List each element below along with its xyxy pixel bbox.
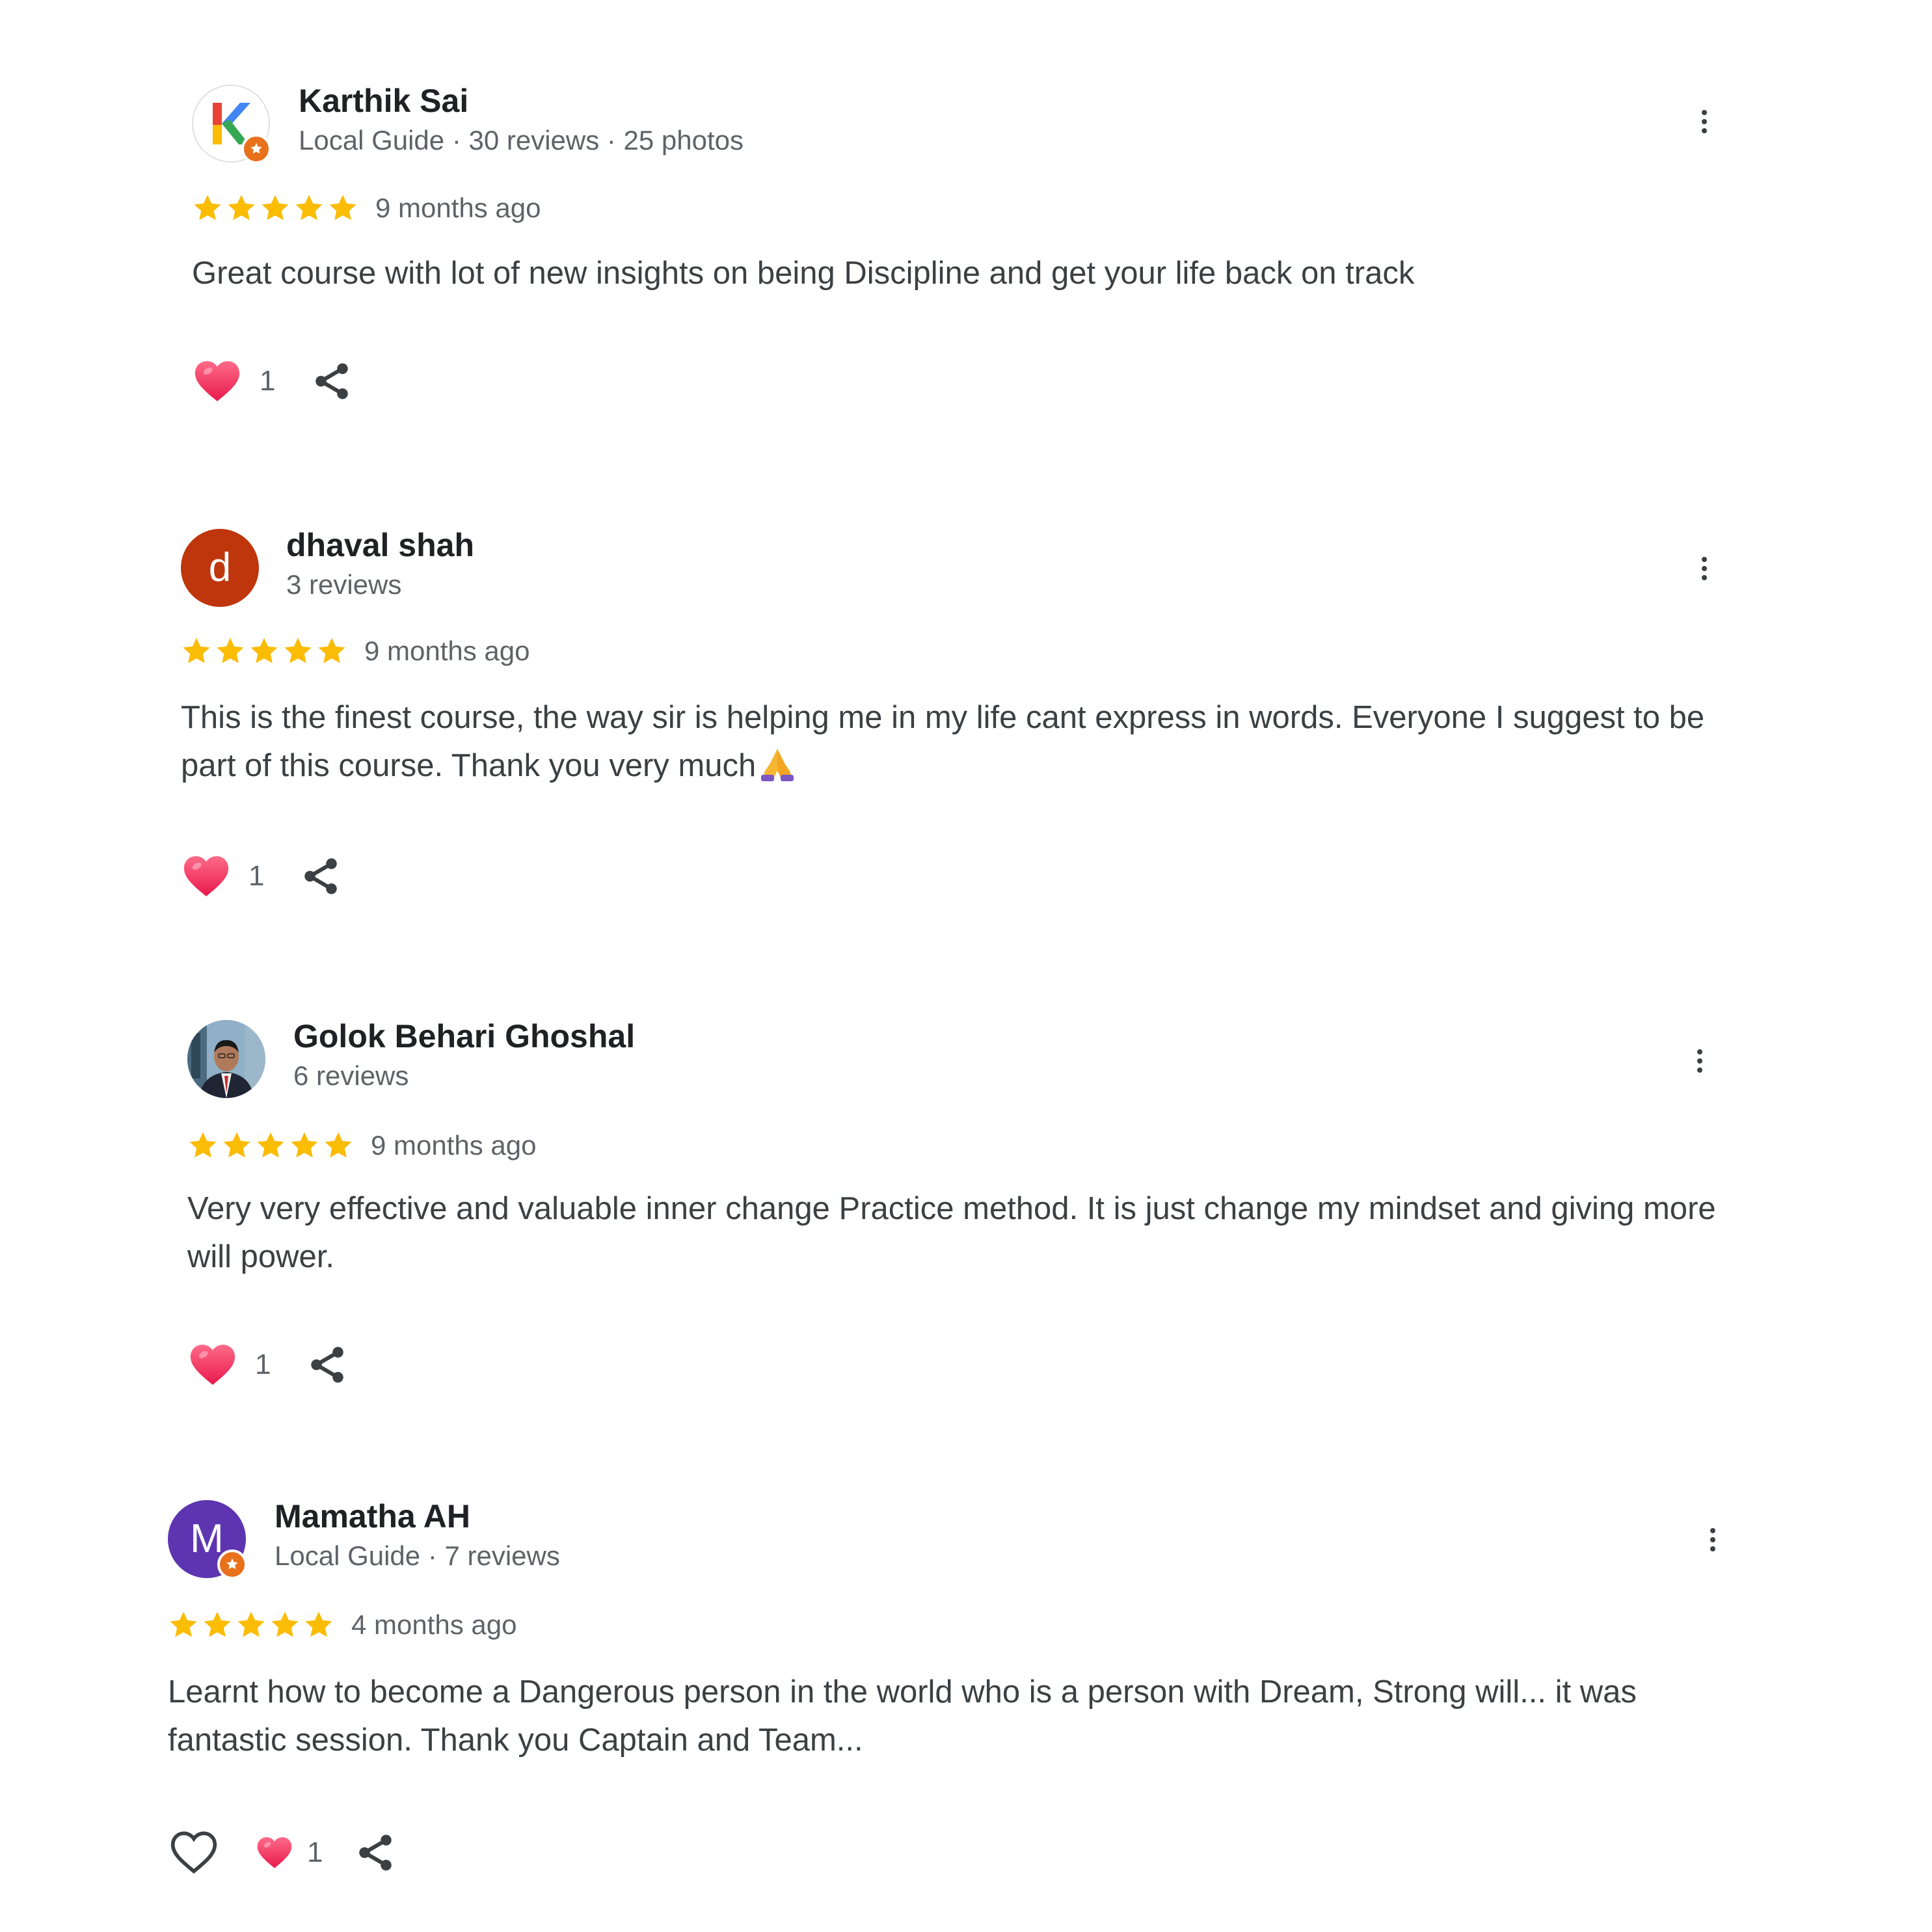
rating-row: 9 months ago xyxy=(187,1126,537,1165)
rating-row: 9 months ago xyxy=(181,632,530,671)
review-actions: 1 xyxy=(168,1827,397,1879)
reviewer-meta[interactable]: 6 reviews xyxy=(293,1060,409,1092)
share-icon xyxy=(354,1831,397,1874)
reaction-button[interactable]: 1 xyxy=(187,1339,271,1390)
review-time: 9 months ago xyxy=(371,1130,537,1161)
share-icon xyxy=(310,360,353,403)
review-actions: 1 xyxy=(192,355,353,407)
heart-icon xyxy=(255,1833,294,1872)
review-time: 9 months ago xyxy=(375,193,541,223)
more-options-button[interactable] xyxy=(1687,1038,1713,1084)
star-icon xyxy=(221,1130,252,1161)
like-button[interactable] xyxy=(168,1827,220,1879)
reaction-button[interactable]: 1 xyxy=(192,356,275,407)
star-rating xyxy=(187,1130,354,1161)
star-icon xyxy=(269,1609,301,1641)
folded-hands-emoji xyxy=(761,749,794,781)
review-time: 4 months ago xyxy=(351,1609,517,1640)
review-card: M Mamatha AH Local Guide · 7 reviews 4 m… xyxy=(168,1497,1794,1581)
star-rating xyxy=(168,1609,334,1641)
avatar-letter: d xyxy=(208,545,232,590)
review-text-body: This is the finest course, the way sir i… xyxy=(181,700,1705,783)
more-options-button[interactable] xyxy=(1700,1517,1726,1563)
star-icon xyxy=(192,193,223,224)
star-icon xyxy=(260,193,291,224)
star-icon xyxy=(316,636,347,667)
avatar[interactable] xyxy=(187,1020,265,1098)
share-icon xyxy=(299,855,342,898)
reviewer-name[interactable]: dhaval shah xyxy=(286,526,474,564)
star-icon xyxy=(235,1609,267,1641)
review-card: Karthik Sai Local Guide · 30 reviews · 2… xyxy=(192,82,1818,165)
avatar-letter: M xyxy=(190,1516,224,1561)
review-actions: 1 xyxy=(181,850,342,902)
reviewer-meta[interactable]: 3 reviews xyxy=(286,569,401,600)
review-card: d dhaval shah 3 reviews 9 months ago Thi… xyxy=(181,526,1807,610)
star-icon xyxy=(255,1130,286,1161)
rating-row: 4 months ago xyxy=(168,1605,517,1644)
star-icon xyxy=(282,636,314,667)
star-icon xyxy=(202,1609,233,1641)
reviewer-name[interactable]: Karthik Sai xyxy=(299,82,468,120)
star-icon xyxy=(327,193,358,224)
star-icon xyxy=(187,1130,219,1161)
star-rating xyxy=(181,636,347,667)
more-options-button[interactable] xyxy=(1691,546,1717,591)
star-icon xyxy=(181,636,212,667)
rating-row: 9 months ago xyxy=(192,189,541,228)
star-icon xyxy=(248,636,280,667)
reaction-button[interactable]: 1 xyxy=(181,851,264,902)
reviewer-meta[interactable]: Local Guide · 7 reviews xyxy=(275,1540,560,1572)
star-rating xyxy=(192,193,358,224)
share-button[interactable] xyxy=(299,855,342,898)
share-button[interactable] xyxy=(310,360,353,403)
heart-icon xyxy=(187,1339,238,1390)
heart-icon xyxy=(192,356,243,407)
review-text: Very very effective and valuable inner c… xyxy=(187,1191,1716,1274)
review-text: This is the finest course, the way sir i… xyxy=(181,693,1716,790)
reviewer-name[interactable]: Golok Behari Ghoshal xyxy=(293,1017,635,1055)
star-icon xyxy=(215,636,246,667)
review-text: Learnt how to become a Dangerous person … xyxy=(168,1674,1637,1758)
heart-outline-icon xyxy=(168,1827,220,1879)
star-icon xyxy=(303,1609,334,1641)
profile-photo xyxy=(187,1020,265,1098)
avatar[interactable]: d xyxy=(181,529,259,607)
share-button[interactable] xyxy=(354,1831,397,1874)
reaction-button[interactable]: 1 xyxy=(255,1833,323,1872)
local-guide-badge xyxy=(217,1550,247,1579)
reaction-count: 1 xyxy=(255,1348,271,1380)
star-icon xyxy=(293,193,325,224)
star-icon xyxy=(168,1609,199,1641)
review-time: 9 months ago xyxy=(364,636,530,666)
local-guide-badge xyxy=(241,134,271,164)
reviewer-meta[interactable]: Local Guide · 30 reviews · 25 photos xyxy=(299,125,744,156)
more-options-button[interactable] xyxy=(1691,99,1717,144)
review-card: Golok Behari Ghoshal 6 reviews 9 months … xyxy=(187,1017,1814,1101)
reaction-count: 1 xyxy=(307,1836,323,1868)
star-icon xyxy=(323,1130,354,1161)
share-button[interactable] xyxy=(306,1343,349,1386)
star-icon xyxy=(289,1130,320,1161)
review-actions: 1 xyxy=(187,1339,349,1391)
star-icon xyxy=(226,193,257,224)
reaction-count: 1 xyxy=(260,365,276,397)
reviewer-name[interactable]: Mamatha AH xyxy=(275,1497,470,1535)
review-text: Great course with lot of new insights on… xyxy=(192,256,1415,291)
heart-icon xyxy=(181,851,232,902)
share-icon xyxy=(306,1343,349,1386)
reaction-count: 1 xyxy=(248,860,265,892)
